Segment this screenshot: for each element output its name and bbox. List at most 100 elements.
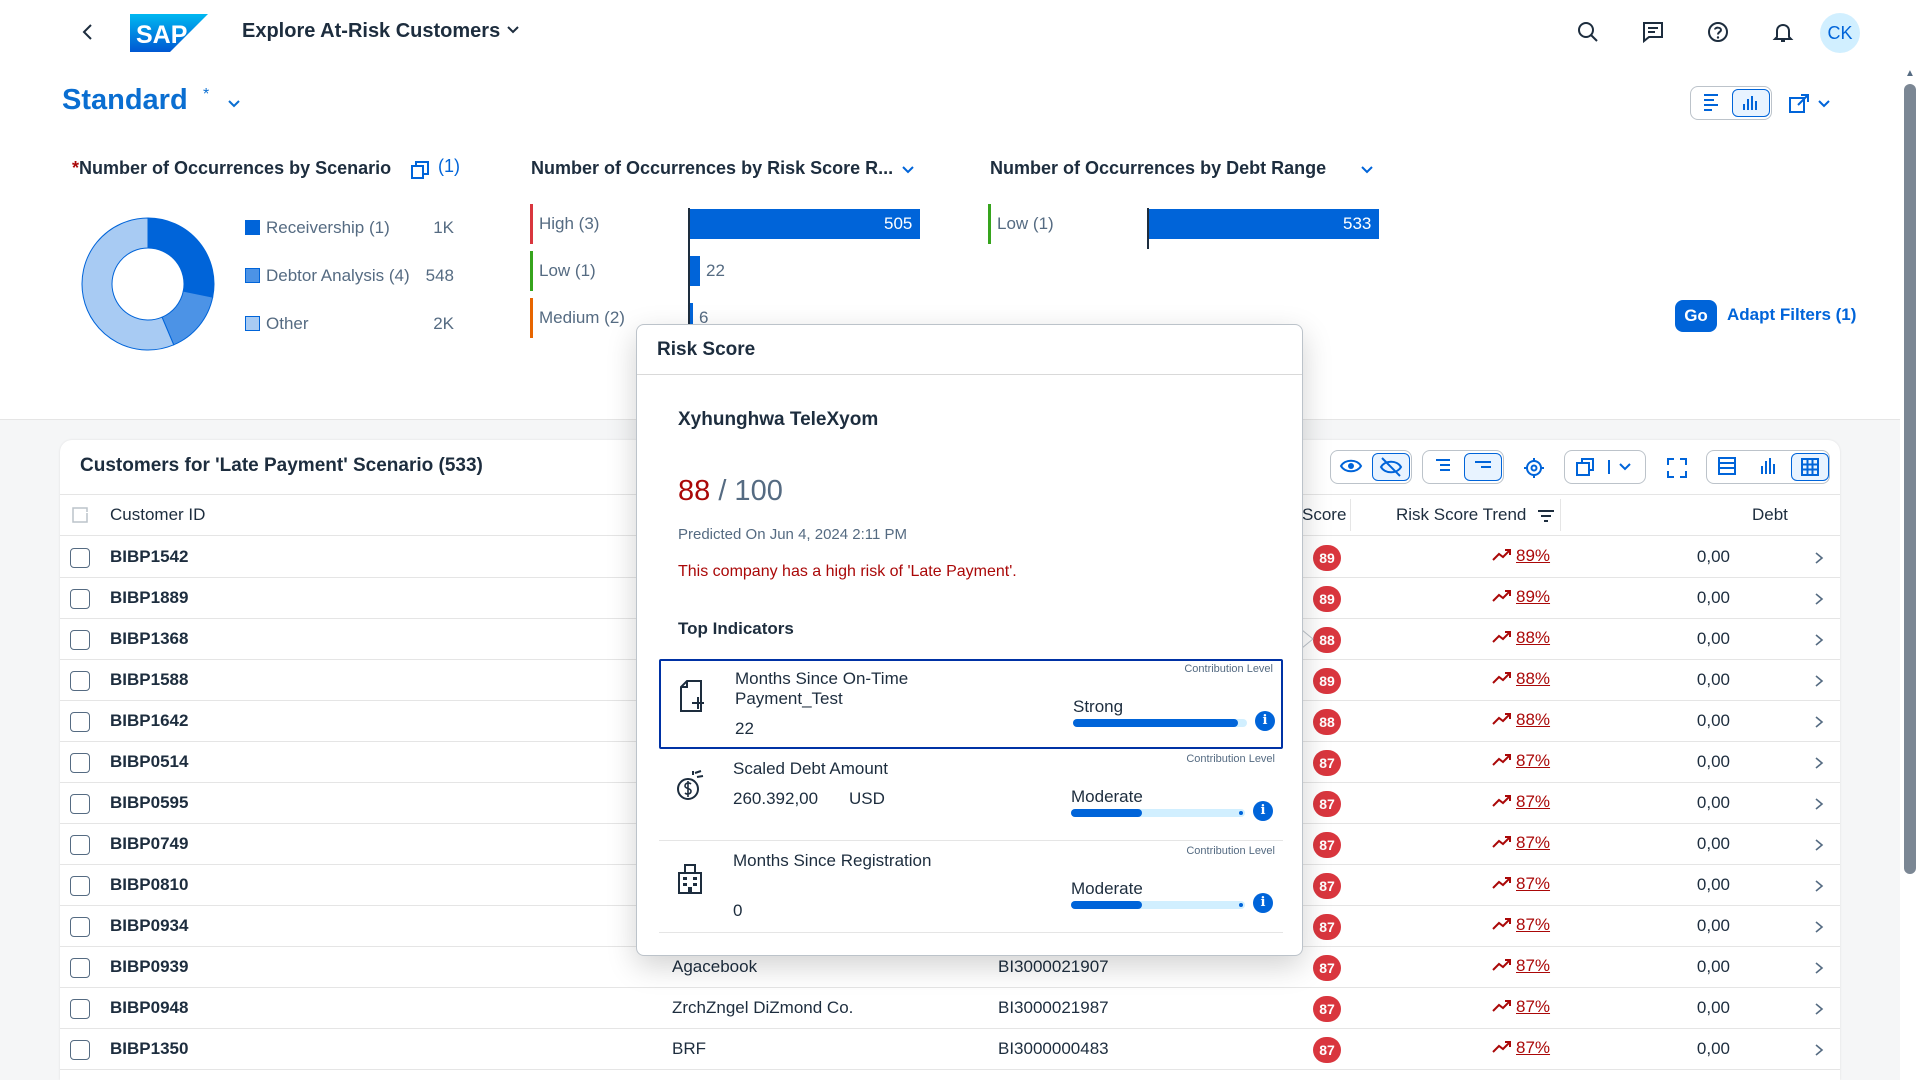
chart-view-button[interactable] [1750,453,1788,481]
risk-score-badge[interactable]: 88 [1313,709,1341,735]
go-button[interactable]: Go [1675,300,1717,332]
chevron-right-icon[interactable] [1813,715,1825,729]
indicator-item[interactable]: Months Since Registration 0 Contribution L… [659,843,1283,933]
visual-filter-button[interactable] [1732,89,1770,117]
risk-score-badge[interactable]: 87 [1313,832,1341,858]
search-icon[interactable] [1576,20,1600,44]
risk-score-trend-link[interactable]: 87% [1492,1038,1550,1058]
risk-score-badge[interactable]: 87 [1313,1037,1341,1063]
row-checkbox[interactable] [70,671,90,691]
avatar[interactable]: CK [1820,13,1860,53]
legend-item[interactable]: Other [245,314,309,334]
row-checkbox[interactable] [70,753,90,773]
row-checkbox[interactable] [70,630,90,650]
chevron-right-icon[interactable] [1813,674,1825,688]
table-row[interactable]: BIBP0948 ZrchZngel DiZmond Co. BI300002198… [60,988,1840,1029]
risk-score-badge[interactable]: 87 [1313,914,1341,940]
row-checkbox[interactable] [70,548,90,568]
risk-score-trend-link[interactable]: 87% [1492,915,1550,935]
risk-score-trend-link[interactable]: 87% [1492,997,1550,1017]
legend-item[interactable]: Receivership (1) [245,218,390,238]
chevron-right-icon[interactable] [1813,838,1825,852]
expand-rows-button[interactable] [1425,453,1463,481]
chevron-right-icon[interactable] [1813,797,1825,811]
risk-score-badge[interactable]: 88 [1313,627,1341,653]
selection-count-link[interactable]: (1) [438,156,460,177]
info-icon[interactable]: i [1253,893,1273,913]
risk-score-badge[interactable]: 87 [1313,955,1341,981]
app-title[interactable]: Explore At-Risk Customers [242,20,500,43]
share-button[interactable] [1786,90,1838,118]
column-header-score[interactable]: Score [1302,505,1346,525]
page-scrollbar[interactable]: ▲ [1900,64,1920,1080]
table-view-button[interactable] [1791,453,1829,481]
risk-score-badge[interactable]: 89 [1313,668,1341,694]
row-checkbox[interactable] [70,794,90,814]
indicator-item[interactable]: Scaled Debt Amount 260.392,00 USD Contribut… [659,751,1283,841]
row-checkbox[interactable] [70,589,90,609]
chevron-right-icon[interactable] [1813,879,1825,893]
column-header-customer-id[interactable]: Customer ID [110,505,205,525]
table-settings-button[interactable] [1519,454,1549,482]
feedback-icon[interactable] [1641,20,1665,44]
sap-logo[interactable]: SAP [130,14,208,52]
bell-icon[interactable] [1771,20,1795,44]
hide-details-button[interactable] [1372,453,1410,481]
fullscreen-button[interactable] [1662,454,1692,482]
risk-score-badge[interactable]: 87 [1313,750,1341,776]
legend-item[interactable]: Debtor Analysis (4) [245,266,410,286]
chart-table-view-button[interactable] [1709,453,1747,481]
chevron-down-icon[interactable] [226,96,242,112]
donut-slice[interactable] [147,217,215,298]
row-checkbox[interactable] [70,835,90,855]
risk-score-badge[interactable]: 89 [1313,545,1341,571]
row-checkbox[interactable] [70,1040,90,1060]
risk-score-trend-link[interactable]: 87% [1492,874,1550,894]
risk-score-badge[interactable]: 87 [1313,873,1341,899]
chevron-right-icon[interactable] [1813,1002,1825,1016]
bar[interactable] [690,256,701,286]
show-details-button[interactable] [1333,453,1371,481]
scroll-up-icon[interactable]: ▲ [1905,68,1915,79]
risk-score-trend-link[interactable]: 89% [1492,546,1550,566]
chevron-right-icon[interactable] [1813,920,1825,934]
chevron-right-icon[interactable] [1813,592,1825,606]
risk-score-trend-link[interactable]: 88% [1492,710,1550,730]
column-header-risk-score-trend[interactable]: Risk Score Trend [1396,505,1526,525]
compact-view-button[interactable] [1693,89,1731,117]
chevron-down-icon[interactable] [505,22,521,38]
row-checkbox[interactable] [70,876,90,896]
risk-score-trend-link[interactable]: 87% [1492,833,1550,853]
chevron-right-icon[interactable] [1813,1043,1825,1057]
help-icon[interactable] [1706,20,1730,44]
back-button[interactable] [74,18,102,46]
risk-score-trend-link[interactable]: 89% [1492,587,1550,607]
chevron-right-icon[interactable] [1813,551,1825,565]
indicator-item[interactable]: Months Since On-Time Payment_Test 22 Contr… [659,659,1283,749]
select-all-icon[interactable] [70,505,90,525]
bar-category-label[interactable]: High (3) [530,204,599,244]
chevron-down-icon[interactable] [900,162,916,178]
chevron-right-icon[interactable] [1813,961,1825,975]
column-header-debt[interactable]: Debt [1752,505,1788,525]
risk-score-trend-link[interactable]: 87% [1492,751,1550,771]
bar-category-label[interactable]: Medium (2) [530,298,625,338]
export-menu-button[interactable] [1564,450,1646,484]
row-checkbox[interactable] [70,958,90,978]
risk-score-trend-link[interactable]: 88% [1492,628,1550,648]
risk-score-trend-link[interactable]: 87% [1492,956,1550,976]
variant-title[interactable]: Standard [62,84,188,117]
chevron-right-icon[interactable] [1813,756,1825,770]
filter-icon[interactable] [1537,509,1555,523]
row-checkbox[interactable] [70,712,90,732]
table-row[interactable]: BIBP1350 BRF BI3000000483 87 87% 0,00 [60,1029,1840,1070]
info-icon[interactable]: i [1255,711,1275,731]
chevron-right-icon[interactable] [1813,633,1825,647]
risk-score-trend-link[interactable]: 87% [1492,792,1550,812]
risk-score-badge[interactable]: 87 [1313,996,1341,1022]
risk-score-badge[interactable]: 87 [1313,791,1341,817]
chevron-down-icon[interactable] [1359,162,1375,178]
bar-category-label[interactable]: Low (1) [988,204,1054,244]
copy-icon[interactable] [410,160,430,180]
collapse-rows-button[interactable] [1464,453,1502,481]
